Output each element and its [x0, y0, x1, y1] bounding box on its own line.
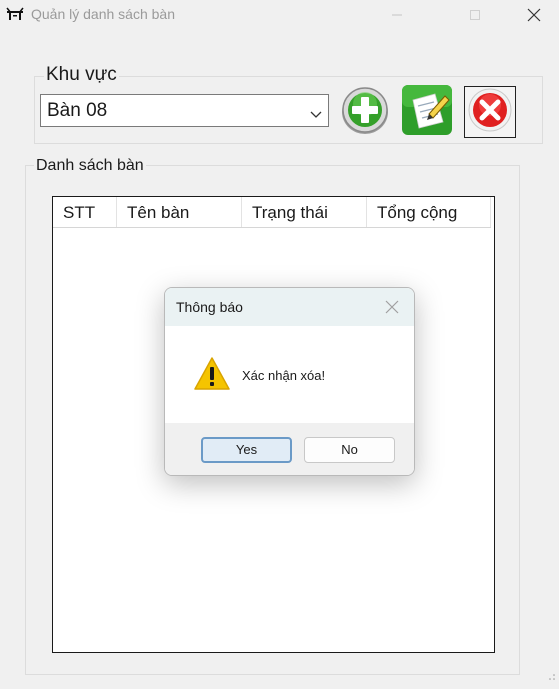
resize-grip-icon[interactable] [548, 668, 556, 686]
green-plus-icon [340, 85, 390, 140]
title-bar: Quản lý danh sách bàn [0, 0, 559, 30]
add-button[interactable] [339, 86, 391, 138]
edit-button[interactable] [401, 84, 453, 141]
list-header: STT Tên bàn Trạng thái Tổng cộng [53, 197, 491, 228]
column-header-ten-ban[interactable]: Tên bàn [117, 197, 242, 227]
delete-button[interactable] [464, 86, 516, 138]
close-icon [527, 8, 541, 22]
minimize-icon [391, 9, 403, 21]
close-button[interactable] [511, 0, 557, 30]
confirm-dialog: Thông báo Xác nhận xóa! Yes No [164, 287, 415, 476]
khu-vuc-combobox[interactable]: Bàn 08 [40, 94, 329, 127]
column-header-trang-thai[interactable]: Trạng thái [242, 197, 367, 227]
chevron-down-icon [310, 106, 322, 124]
dialog-close-icon[interactable] [385, 300, 399, 319]
combobox-selected-value: Bàn 08 [47, 100, 108, 121]
danh-sach-label: Danh sách bàn [34, 157, 146, 175]
maximize-icon [469, 9, 481, 21]
column-header-tong-cong[interactable]: Tổng cộng [367, 197, 491, 227]
table-chair-icon [6, 7, 24, 21]
warning-icon [193, 356, 231, 397]
window-title: Quản lý danh sách bàn [31, 6, 175, 22]
dialog-message: Xác nhận xóa! [242, 368, 326, 383]
edit-note-icon [401, 84, 453, 141]
red-x-icon [467, 87, 513, 138]
dialog-title-bar: Thông báo [165, 288, 414, 326]
maximize-button[interactable] [452, 0, 498, 30]
yes-button[interactable]: Yes [201, 437, 292, 463]
dialog-title: Thông báo [176, 299, 243, 315]
minimize-button[interactable] [374, 0, 420, 30]
column-header-stt[interactable]: STT [53, 197, 117, 227]
khu-vuc-label: Khu vực [44, 64, 119, 86]
no-button[interactable]: No [304, 437, 395, 463]
